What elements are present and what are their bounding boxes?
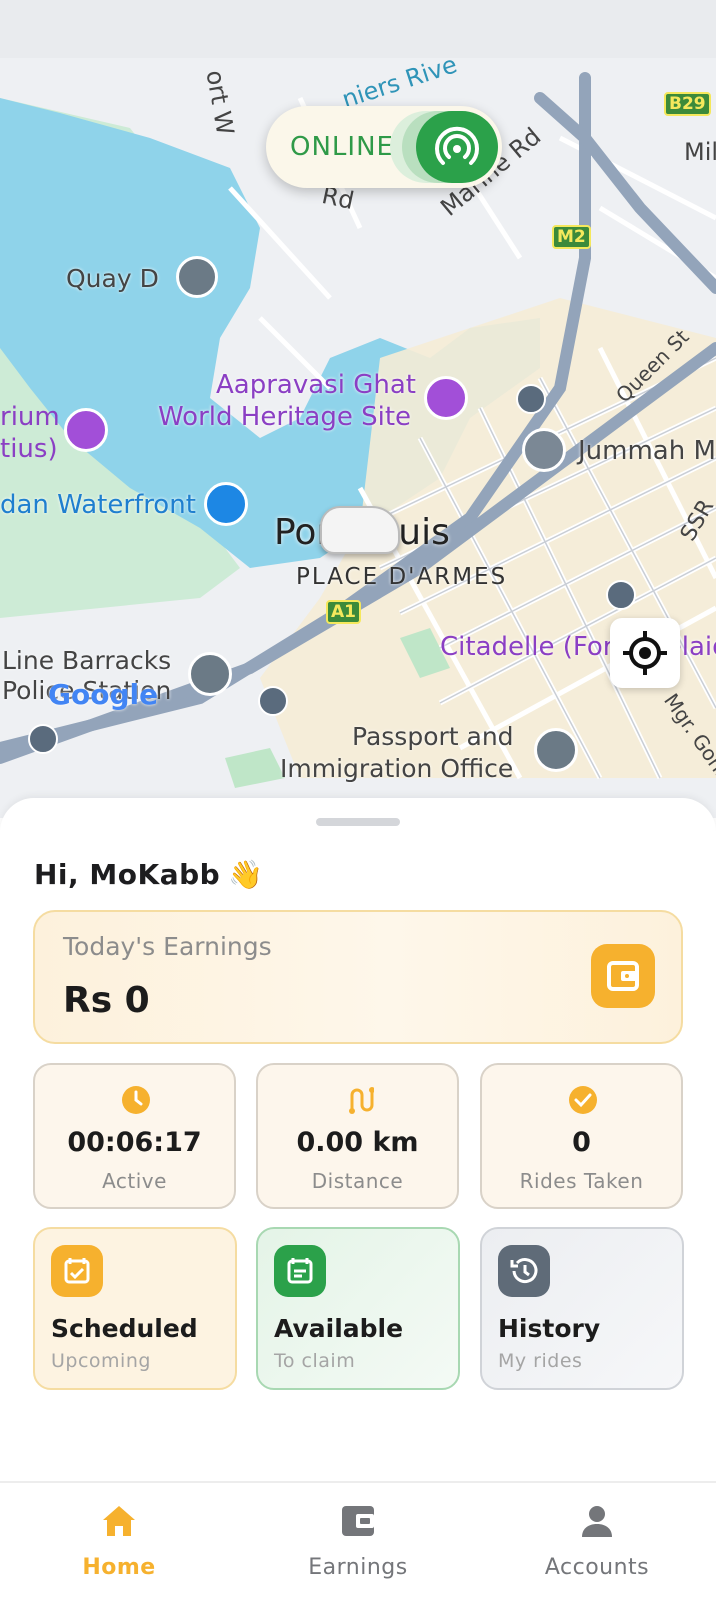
available-subtitle: To claim (274, 1350, 356, 1372)
route-icon (349, 1087, 374, 1114)
active-time-stat: 00:06:17 Active (33, 1063, 236, 1209)
active-time-value: 00:06:17 (67, 1127, 202, 1158)
online-toggle[interactable]: ONLINE (266, 106, 502, 188)
bus-stop-icon (258, 686, 288, 716)
map-label-mil: Mil (684, 138, 716, 166)
map-label-passport: Passport and (352, 722, 514, 751)
person-icon (582, 1506, 612, 1537)
clock-icon (122, 1086, 150, 1114)
scheduled-title: Scheduled (51, 1314, 198, 1343)
nav-accounts[interactable]: Accounts (497, 1483, 697, 1600)
map-label-rium: rium (0, 402, 60, 432)
scheduled-subtitle: Upcoming (51, 1350, 151, 1372)
map-label-jummah: Jummah M (578, 436, 716, 466)
nav-home[interactable]: Home (19, 1483, 219, 1600)
bus-stop-icon (516, 384, 546, 414)
distance-stat: 0.00 km Distance (256, 1063, 459, 1209)
nav-earnings[interactable]: Earnings (258, 1483, 458, 1600)
wallet-icon (342, 1506, 374, 1536)
rides-taken-label: Rides Taken (519, 1169, 644, 1193)
crosshair-icon (623, 631, 667, 675)
rides-taken-value: 0 (572, 1127, 591, 1158)
status-bar (0, 0, 716, 58)
nav-accounts-label: Accounts (544, 1555, 650, 1580)
greeting: Hi, MoKabb 👋 (34, 858, 264, 891)
check-circle-icon (569, 1086, 597, 1114)
distance-value: 0.00 km (296, 1127, 419, 1158)
history-title: History (498, 1314, 601, 1343)
government-pin-icon (534, 728, 578, 772)
car-marker-icon[interactable] (320, 506, 400, 554)
wallet-icon (591, 944, 655, 1008)
route-shield-b29: B29 (664, 92, 711, 116)
bus-stop-icon (606, 580, 636, 610)
available-title: Available (274, 1314, 404, 1343)
online-toggle-knob[interactable] (416, 111, 498, 183)
route-shield-m2: M2 (552, 225, 591, 249)
rides-taken-stat: 0 Rides Taken (480, 1063, 683, 1209)
camera-pin-icon (64, 408, 108, 452)
my-location-button[interactable] (610, 618, 680, 688)
nav-home-label: Home (82, 1555, 156, 1580)
sheet-drag-handle[interactable] (316, 818, 400, 826)
map-label-aapravasi: Aapravasi Ghat (216, 370, 416, 400)
museum-pin-icon (424, 376, 468, 420)
calendar-check-icon (51, 1245, 103, 1297)
history-button[interactable]: History My rides (480, 1227, 684, 1390)
earnings-value: Rs 0 (63, 980, 150, 1021)
map-label-aapravasi-2: World Heritage Site (158, 402, 412, 432)
scheduled-button[interactable]: Scheduled Upcoming (33, 1227, 237, 1390)
history-subtitle: My rides (498, 1350, 583, 1372)
available-button[interactable]: Available To claim (256, 1227, 460, 1390)
police-pin-icon (188, 652, 232, 696)
wave-emoji: 👋 (228, 858, 264, 891)
map-label-waterfront: dan Waterfront (0, 490, 196, 520)
history-icon (498, 1245, 550, 1297)
broadcast-icon (435, 126, 479, 165)
shopping-pin-icon (204, 482, 248, 526)
online-status-label: ONLINE (290, 132, 394, 162)
bus-stop-icon (28, 724, 58, 754)
bottom-sheet[interactable]: Hi, MoKabb 👋 Today's Earnings Rs 0 00:06:… (0, 798, 716, 1481)
nav-earnings-label: Earnings (308, 1555, 408, 1580)
map-label-line-barracks: Line Barracks (2, 646, 172, 675)
map-label-immigration: Immigration Office (280, 754, 514, 783)
calendar-list-icon (274, 1245, 326, 1297)
map-label-tius: tius) (0, 434, 58, 464)
route-shield-a1: A1 (326, 600, 361, 624)
earnings-title: Today's Earnings (63, 932, 272, 961)
bottom-nav: Home Earnings Accounts (0, 1481, 716, 1600)
todays-earnings-card[interactable]: Today's Earnings Rs 0 (33, 910, 683, 1044)
distance-label: Distance (311, 1169, 404, 1193)
map-label-quay: Quay D (66, 264, 159, 293)
map-label-place-darmes: PLACE D'ARMES (296, 564, 508, 590)
map-view[interactable]: ort W niers Rive Rd Marine Rd B29 Mil M2… (0, 58, 716, 818)
home-icon (103, 1506, 135, 1536)
mosque-pin-icon (522, 428, 566, 472)
greeting-text: Hi, MoKabb (34, 858, 221, 891)
quay-pin-icon (176, 256, 218, 298)
google-logo: Google (48, 678, 159, 711)
active-time-label: Active (102, 1169, 167, 1193)
